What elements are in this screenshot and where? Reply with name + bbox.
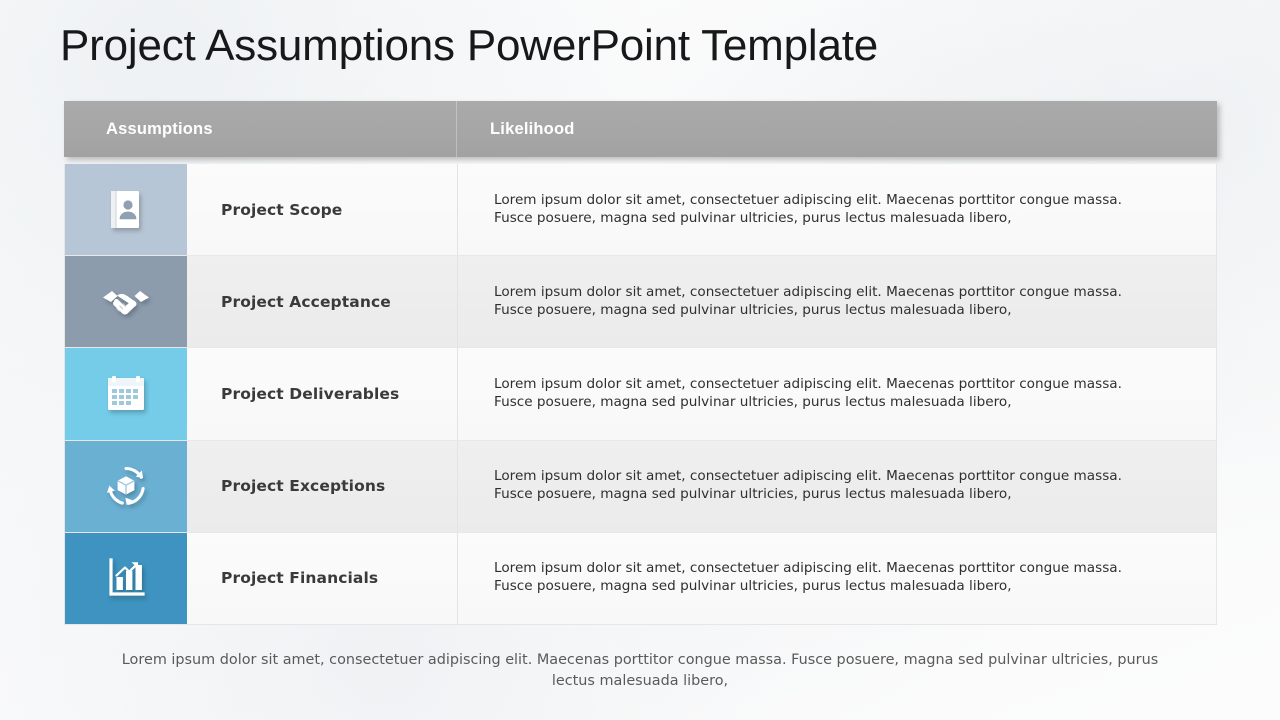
row-description-cell: Lorem ipsum dolor sit amet, consectetuer…: [458, 348, 1216, 439]
page-title: Project Assumptions PowerPoint Template: [60, 21, 879, 70]
row-label-project-exceptions: Project Exceptions: [187, 440, 458, 532]
icon-tile-project-exceptions: [65, 440, 187, 532]
table-row[interactable]: Project Exceptions Lorem ipsum dolor sit…: [65, 440, 1216, 533]
row-description-cell: Lorem ipsum dolor sit amet, consectetuer…: [458, 441, 1216, 532]
handshake-icon: [100, 284, 152, 320]
table-row[interactable]: Project Deliverables Lorem ipsum dolor s…: [65, 348, 1216, 441]
row-description-project-scope: Lorem ipsum dolor sit amet, consectetuer…: [494, 191, 1122, 226]
bar-chart-growth-icon: [105, 557, 147, 599]
row-description-project-exceptions: Lorem ipsum dolor sit amet, consectetuer…: [494, 468, 1122, 503]
table-header-row: Assumptions Likelihood: [64, 101, 1217, 157]
row-description-project-financials: Lorem ipsum dolor sit amet, consectetuer…: [494, 560, 1122, 595]
table-row[interactable]: Project Scope Lorem ipsum dolor sit amet…: [65, 164, 1216, 257]
contact-card-icon: [106, 189, 146, 231]
row-description-project-acceptance: Lorem ipsum dolor sit amet, consectetuer…: [494, 283, 1122, 318]
footer-text: Lorem ipsum dolor sit amet, consectetuer…: [121, 652, 1159, 689]
calendar-icon: [105, 374, 147, 414]
table-row[interactable]: Project Financials Lorem ipsum dolor sit…: [65, 532, 1216, 625]
row-description-cell: Lorem ipsum dolor sit amet, consectetuer…: [458, 533, 1216, 624]
row-label-project-deliverables: Project Deliverables: [187, 348, 458, 440]
row-label-project-acceptance: Project Acceptance: [187, 256, 458, 348]
row-description-cell: Lorem ipsum dolor sit amet, consectetuer…: [458, 256, 1216, 347]
table-row[interactable]: Project Acceptance Lorem ipsum dolor sit…: [65, 256, 1216, 349]
icon-tile-project-deliverables: [65, 348, 187, 440]
icon-tile-project-acceptance: [65, 256, 187, 348]
column-header-likelihood: Likelihood: [490, 119, 575, 138]
row-label-project-scope: Project Scope: [187, 164, 458, 256]
slide-canvas: Project Assumptions PowerPoint Template …: [0, 0, 1280, 720]
icon-tile-project-financials: [65, 532, 187, 625]
column-header-assumptions: Assumptions: [64, 101, 457, 157]
table-body: Project Scope Lorem ipsum dolor sit amet…: [64, 164, 1217, 625]
package-cycle-icon: [103, 463, 149, 509]
row-description-cell: Lorem ipsum dolor sit amet, consectetuer…: [458, 164, 1216, 255]
row-description-project-deliverables: Lorem ipsum dolor sit amet, consectetuer…: [494, 376, 1122, 410]
icon-tile-project-scope: [65, 164, 187, 256]
row-label-project-financials: Project Financials: [187, 532, 458, 625]
